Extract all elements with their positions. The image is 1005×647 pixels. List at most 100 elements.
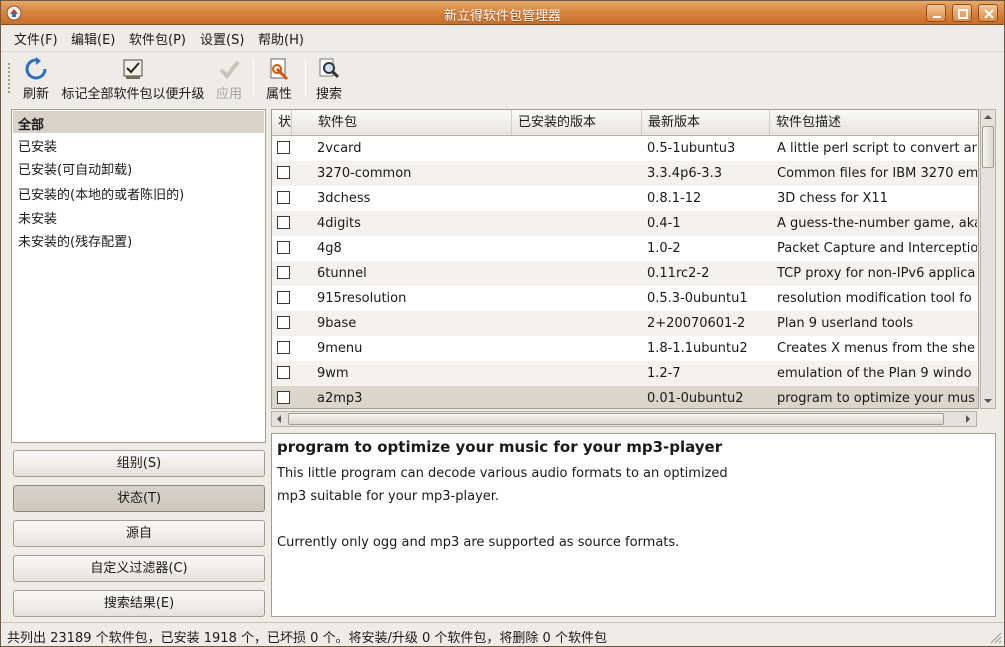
package-name-cell: 4g8 (317, 241, 342, 256)
table-row[interactable]: 4g8 1.0-2 Packet Capture and Interceptio (272, 236, 978, 261)
installed-version-cell (518, 311, 642, 336)
filter-item-installed-autoremovable[interactable]: 已安装(可自动卸载) (13, 156, 264, 178)
menu-settings[interactable]: 设置(S) (200, 29, 244, 48)
package-table[interactable]: 状 软件包 已安装的版本 最新版本 软件包描述 2vcard 0.5-1ubunt… (271, 109, 979, 409)
status-cell (272, 261, 312, 286)
installed-version-cell (518, 361, 642, 386)
status-cell (272, 211, 312, 236)
package-checkbox[interactable] (277, 341, 290, 354)
menu-help[interactable]: 帮助(H) (258, 29, 304, 48)
apply-button[interactable]: 应用 (213, 57, 245, 102)
column-header-status[interactable]: 状 (272, 110, 292, 135)
latest-version-cell: 1.8-1.1ubuntu2 (647, 341, 748, 356)
filter-item-installed[interactable]: 已安装 (13, 133, 264, 155)
package-checkbox[interactable] (277, 391, 290, 404)
properties-button[interactable]: 属性 (263, 57, 295, 102)
package-name-cell: 9menu (317, 341, 363, 356)
package-checkbox[interactable] (277, 266, 290, 279)
search-results-button[interactable]: 搜索结果(E) (13, 590, 265, 617)
table-row[interactable]: a2mp3 0.01-0ubuntu2 program to optimize yo… (272, 386, 978, 408)
menu-package[interactable]: 软件包(P) (129, 29, 186, 48)
vertical-scrollbar[interactable] (980, 109, 996, 409)
scroll-up-icon[interactable] (981, 110, 995, 124)
column-header-package[interactable]: 软件包 (312, 110, 512, 135)
mark-upgrades-label: 标记全部软件包以便升级 (61, 87, 205, 102)
description-cell: A little perl script to convert an (777, 141, 977, 156)
filter-item-installed-local-obsolete[interactable]: 已安装的(本地的或者陈旧的) (13, 181, 264, 203)
installed-version-cell (518, 236, 642, 261)
package-checkbox[interactable] (277, 216, 290, 229)
package-checkbox[interactable] (277, 191, 290, 204)
status-button[interactable]: 状态(T) (13, 485, 265, 512)
table-row[interactable]: 915resolution 0.5.3-0ubuntu1 resolution mo… (272, 286, 978, 311)
column-header-description[interactable]: 软件包描述 (770, 110, 978, 135)
description-title: program to optimize your music for your … (277, 438, 723, 456)
filter-list[interactable]: 全部 已安装 已安装(可自动卸载) 已安装的(本地的或者陈旧的) 未安装 未安装… (11, 109, 266, 443)
sections-button[interactable]: 组别(S) (13, 450, 265, 477)
table-row[interactable]: 3270-common 3.3.4p6-3.3 Common files for I… (272, 161, 978, 186)
scroll-left-icon[interactable] (272, 412, 286, 426)
minimize-button[interactable] (926, 4, 946, 22)
filter-item-residual-config[interactable]: 未安装的(残存配置) (13, 228, 264, 250)
maximize-button[interactable] (952, 4, 972, 22)
package-checkbox[interactable] (277, 366, 290, 379)
description-cell: Packet Capture and Interceptio (777, 241, 977, 256)
table-row[interactable]: 4digits 0.4-1 A guess-the-number game, aka (272, 211, 978, 236)
resize-grip-icon[interactable] (988, 630, 1002, 644)
app-window: 新立得软件包管理器 文件(F) 编辑(E) 软件包(P) 设置(S) 帮助(H)… (0, 0, 1005, 647)
installed-version-cell (518, 136, 642, 161)
horizontal-scroll-thumb[interactable] (288, 413, 944, 425)
menu-file[interactable]: 文件(F) (14, 29, 58, 48)
menu-edit[interactable]: 编辑(E) (71, 29, 115, 48)
apply-label: 应用 (215, 87, 242, 102)
package-description-pane[interactable]: program to optimize your music for your … (271, 433, 996, 617)
table-row[interactable]: 6tunnel 0.11rc2-2 TCP proxy for non-IPv6 a… (272, 261, 978, 286)
scroll-down-icon[interactable] (981, 394, 995, 408)
scroll-right-icon[interactable] (961, 412, 975, 426)
status-cell (272, 386, 312, 408)
filter-item-all[interactable]: 全部 (13, 111, 264, 133)
column-header-latest-version[interactable]: 最新版本 (642, 110, 770, 135)
close-button[interactable] (978, 4, 998, 22)
status-cell (272, 136, 312, 161)
column-header-installed-version[interactable]: 已安装的版本 (512, 110, 642, 135)
horizontal-scrollbar[interactable] (271, 411, 977, 427)
menu-bar: 文件(F) 编辑(E) 软件包(P) 设置(S) 帮助(H) (1, 25, 1004, 49)
title-bar[interactable]: 新立得软件包管理器 (1, 1, 1004, 25)
latest-version-cell: 0.5-1ubuntu3 (647, 141, 736, 156)
installed-version-cell (518, 261, 642, 286)
latest-version-cell: 2+20070601-2 (647, 316, 746, 331)
table-row[interactable]: 2vcard 0.5-1ubuntu3 A little perl script t… (272, 136, 978, 161)
table-row[interactable]: 9menu 1.8-1.1ubuntu2 Creates X menus from … (272, 336, 978, 361)
table-row[interactable]: 9wm 1.2-7 emulation of the Plan 9 windo (272, 361, 978, 386)
minimize-icon (933, 16, 941, 18)
custom-filters-button[interactable]: 自定义过滤器(C) (13, 555, 265, 582)
refresh-label: 刷新 (22, 87, 49, 102)
package-checkbox[interactable] (277, 316, 290, 329)
vertical-scroll-thumb[interactable] (982, 126, 994, 168)
properties-icon (270, 58, 289, 81)
latest-version-cell: 0.4-1 (647, 216, 681, 231)
latest-version-cell: 0.11rc2-2 (647, 266, 710, 281)
mark-all-upgrades-button[interactable]: 标记全部软件包以便升级 (59, 57, 207, 102)
installed-version-cell (518, 186, 642, 211)
installed-version-cell (518, 161, 642, 186)
filter-item-not-installed[interactable]: 未安装 (13, 205, 264, 227)
package-name-cell: 6tunnel (317, 266, 367, 281)
toolbar-grip[interactable] (7, 62, 11, 94)
search-button[interactable]: 搜索 (313, 57, 345, 102)
table-row[interactable]: 9base 2+20070601-2 Plan 9 userland tools (272, 311, 978, 336)
status-cell (272, 361, 312, 386)
origin-button[interactable]: 源自 (13, 520, 265, 547)
package-checkbox[interactable] (277, 141, 290, 154)
description-cell: Creates X menus from the she (777, 341, 976, 356)
package-checkbox[interactable] (277, 291, 290, 304)
latest-version-cell: 1.0-2 (647, 241, 681, 256)
table-row[interactable]: 3dchess 0.8.1-12 3D chess for X11 (272, 186, 978, 211)
package-checkbox[interactable] (277, 166, 290, 179)
refresh-button[interactable]: 刷新 (19, 57, 53, 102)
package-checkbox[interactable] (277, 241, 290, 254)
latest-version-cell: 0.5.3-0ubuntu1 (647, 291, 748, 306)
description-cell: 3D chess for X11 (777, 191, 888, 206)
description-cell: resolution modification tool fo (777, 291, 972, 306)
